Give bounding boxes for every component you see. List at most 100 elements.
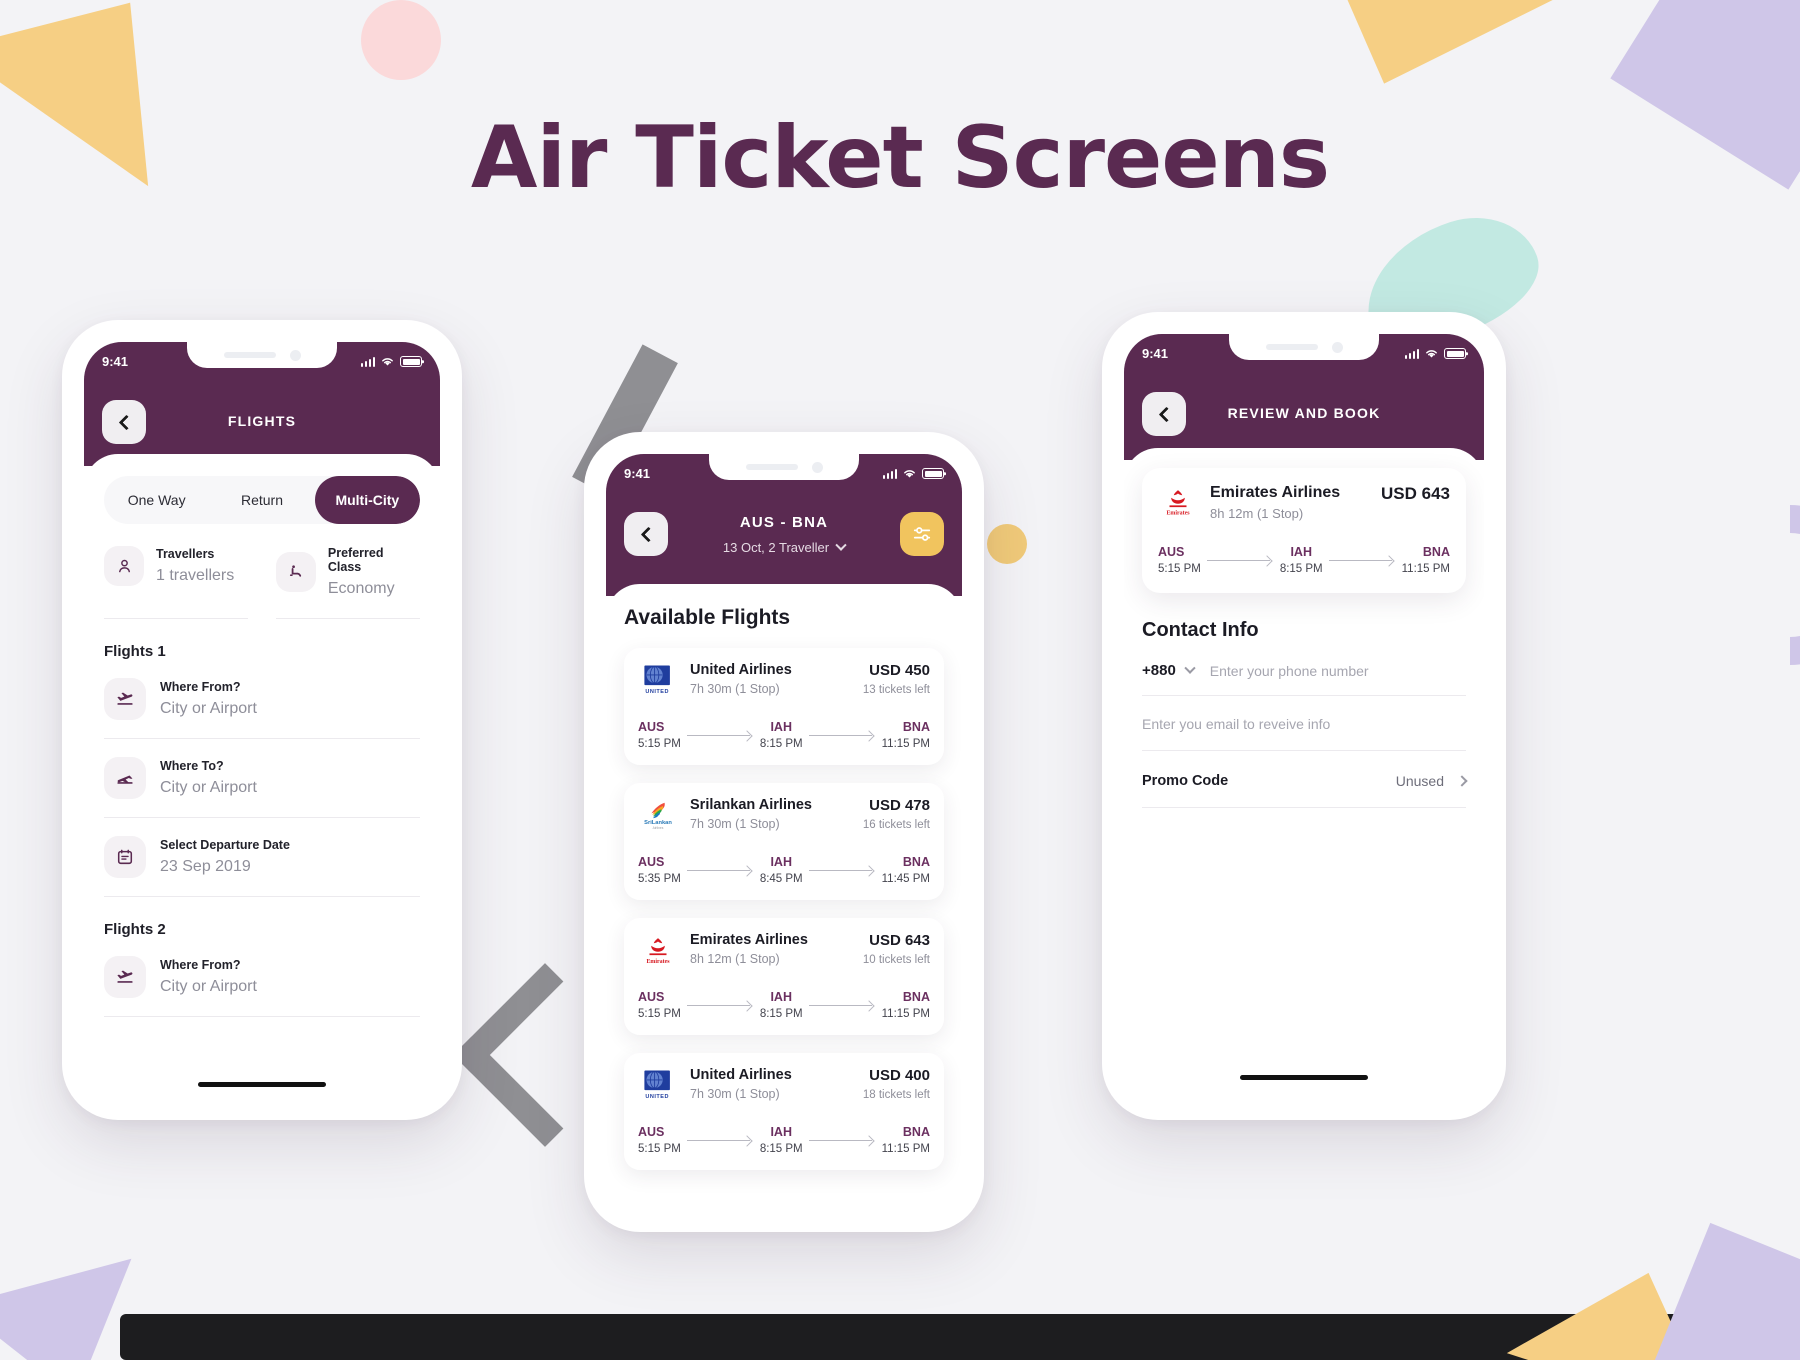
- phone-number-input[interactable]: Enter your phone number: [1210, 663, 1369, 679]
- email-input-row[interactable]: Enter you email to reveive info: [1142, 696, 1466, 750]
- home-indicator: [1240, 1075, 1368, 1080]
- calendar-icon: [117, 849, 133, 865]
- status-indicators: [1404, 348, 1466, 359]
- route-code: BNA: [902, 990, 930, 1004]
- email-input[interactable]: Enter you email to reveive info: [1142, 716, 1330, 732]
- status-time: 9:41: [102, 354, 129, 369]
- preferred-class-option[interactable]: Preferred Class Economy: [262, 546, 420, 598]
- segment-multi-city[interactable]: Multi-City: [314, 476, 420, 524]
- tickets-left: 13 tickets left: [862, 684, 930, 696]
- route-time: 11:15 PM: [881, 738, 930, 750]
- field-departure-date-1[interactable]: Select Departure Date 23 Sep 2019: [104, 836, 420, 878]
- plane-departure-icon: [117, 692, 133, 705]
- arrow-right-icon: [1323, 555, 1402, 565]
- flight-route: AUS 5:15 PM IAH 8:15 PM BNA 11:15 PM: [638, 1125, 930, 1155]
- tickets-left: 10 tickets left: [862, 954, 930, 966]
- home-indicator: [198, 1082, 326, 1087]
- flight-duration: 7h 30m (1 Stop): [690, 817, 780, 831]
- route-code: IAH: [1290, 545, 1312, 559]
- united-airlines-logo: UNITED: [638, 662, 678, 698]
- flight-duration: 8h 12m (1 Stop): [690, 952, 780, 966]
- plane-departure-icon-tile: [104, 678, 146, 720]
- chevron-down-icon[interactable]: [1184, 662, 1196, 674]
- divider: [276, 618, 420, 619]
- field-where-to-1[interactable]: Where To? City or Airport: [104, 757, 420, 799]
- route-time: 8:15 PM: [1279, 563, 1323, 575]
- departure-date-label: Select Departure Date: [160, 838, 290, 852]
- field-where-from-2[interactable]: Where From? City or Airport: [104, 956, 420, 998]
- divider: [104, 817, 420, 818]
- arrow-right-icon: [681, 1135, 760, 1145]
- calendar-icon-tile: [104, 836, 146, 878]
- content-sheet: Available Flights UNITED United Airlines…: [606, 584, 962, 1210]
- decor-circle-pink: [361, 0, 441, 80]
- header-subtitle-text: 13 Oct, 2 Traveller: [722, 540, 830, 555]
- route-time: 11:15 PM: [881, 1143, 930, 1155]
- route-time: 8:45 PM: [759, 873, 803, 885]
- divider: [104, 1016, 420, 1017]
- content-sheet: One Way Return Multi-City Travellers 1 t…: [84, 454, 440, 1098]
- promo-code-value: Unused: [1395, 773, 1444, 789]
- flight-price: USD 450: [869, 662, 930, 679]
- flight-route: AUS 5:15 PM IAH 8:15 PM BNA 11:15 PM: [1158, 545, 1450, 575]
- flight-duration: 7h 30m (1 Stop): [690, 682, 780, 696]
- flight-card[interactable]: UNITED United Airlines 7h 30m (1 Stop) U…: [624, 648, 944, 765]
- airline-name: United Airlines: [690, 662, 792, 678]
- device-notch: [1229, 334, 1379, 360]
- divider: [104, 738, 420, 739]
- segment-one-way[interactable]: One Way: [104, 476, 209, 524]
- arrow-right-icon: [1201, 555, 1280, 565]
- group-title-flights-2: Flights 2: [104, 921, 166, 938]
- flight-route: AUS 5:35 PM IAH 8:45 PM BNA 11:45 PM: [638, 855, 930, 885]
- battery-icon: [1444, 348, 1466, 359]
- route-time: 11:15 PM: [881, 1008, 930, 1020]
- screen-available-flights: 9:41 AUS - BNA 13 Oct, 2 Traveller Avail…: [606, 454, 962, 1210]
- route-code: AUS: [638, 990, 665, 1004]
- divider: [104, 896, 420, 897]
- filter-button[interactable]: [900, 512, 944, 556]
- route-code: BNA: [902, 1125, 930, 1139]
- where-from-label: Where From?: [160, 958, 241, 972]
- airline-name: United Airlines: [690, 1067, 792, 1083]
- flight-price: USD 400: [869, 1067, 930, 1084]
- person-icon: [118, 559, 130, 572]
- speaker-grille: [745, 464, 798, 470]
- segment-return[interactable]: Return: [209, 476, 314, 524]
- route-code: IAH: [770, 990, 792, 1004]
- status-indicators: [360, 356, 422, 367]
- route-time: 8:15 PM: [759, 1143, 803, 1155]
- route-code: AUS: [638, 1125, 665, 1139]
- arrow-right-icon: [803, 1135, 882, 1145]
- seat-icon-tile: [276, 552, 316, 592]
- battery-icon: [400, 356, 422, 367]
- device-notch: [187, 342, 337, 368]
- cellular-signal-icon: [882, 468, 897, 479]
- device-notch: [709, 454, 859, 480]
- flight-card[interactable]: UNITED United Airlines 7h 30m (1 Stop) U…: [624, 1053, 944, 1170]
- phone-available-flights: 9:41 AUS - BNA 13 Oct, 2 Traveller Avail…: [584, 432, 984, 1232]
- travellers-option[interactable]: Travellers 1 travellers: [104, 546, 262, 598]
- divider: [104, 618, 248, 619]
- phone-input-row[interactable]: +880 Enter your phone number: [1142, 662, 1466, 695]
- route-code: BNA: [902, 855, 930, 869]
- svg-text:Airlines: Airlines: [653, 826, 664, 830]
- front-camera: [1331, 341, 1343, 353]
- route-time: 11:45 PM: [881, 873, 930, 885]
- where-to-label: Where To?: [160, 759, 224, 773]
- flight-price: USD 643: [1381, 484, 1450, 503]
- airline-name: Emirates Airlines: [690, 932, 808, 948]
- screen-flights-search: 9:41 FLIGHTS One Way Return Multi-City T…: [84, 342, 440, 1098]
- flight-card-header: UNITED United Airlines 7h 30m (1 Stop) U…: [638, 1067, 930, 1103]
- flight-card[interactable]: SriLankan Airlines Srilankan Airlines 7h…: [624, 783, 944, 900]
- speaker-grille: [223, 352, 276, 358]
- country-code-value[interactable]: +880: [1142, 662, 1176, 679]
- filter-sliders-icon: [913, 527, 931, 541]
- arrow-right-icon: [681, 865, 760, 875]
- promo-code-row[interactable]: Promo Code Unused: [1142, 751, 1468, 807]
- field-where-from-1[interactable]: Where From? City or Airport: [104, 678, 420, 720]
- decor-band-dark-bottom: [120, 1314, 1680, 1360]
- flight-summary-card[interactable]: Emirates Emirates Airlines 8h 12m (1 Sto…: [1142, 468, 1466, 593]
- preferred-class-label: Preferred Class: [327, 546, 384, 574]
- flight-card[interactable]: Emirates Emirates Airlines 8h 12m (1 Sto…: [624, 918, 944, 1035]
- trip-type-segmented-control[interactable]: One Way Return Multi-City: [104, 476, 420, 524]
